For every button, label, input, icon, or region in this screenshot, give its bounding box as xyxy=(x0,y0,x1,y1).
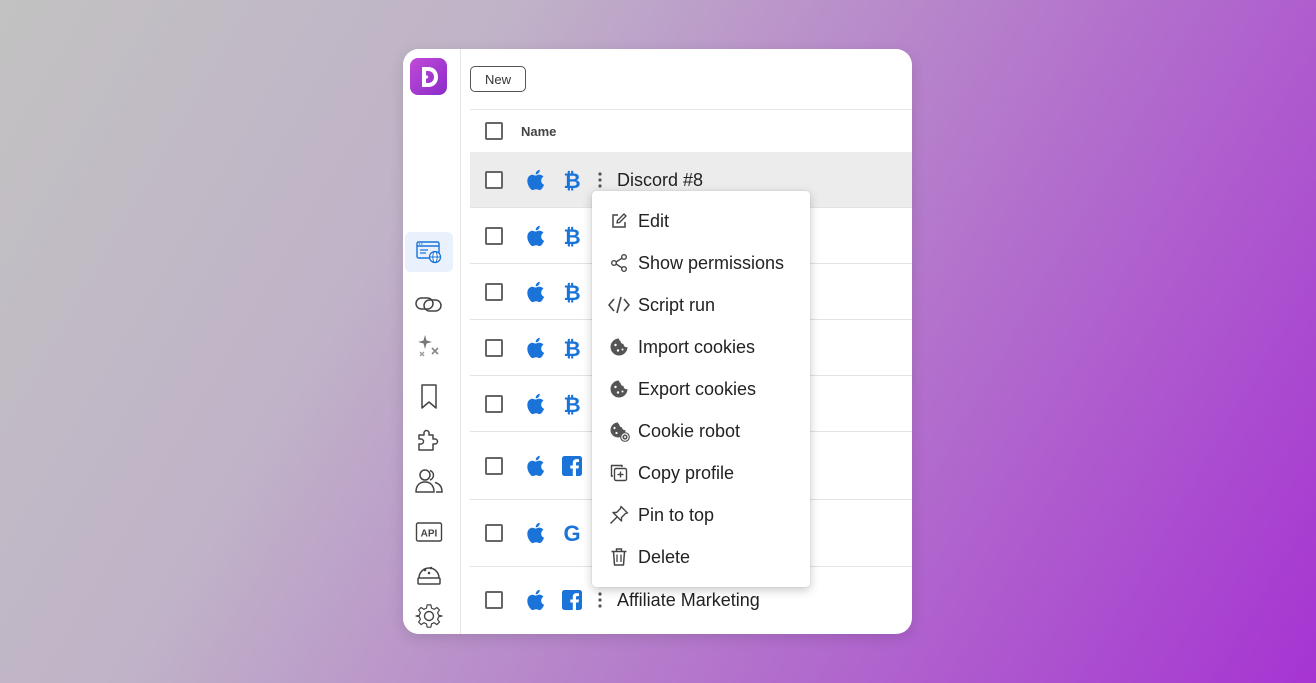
menu-item-label: Export cookies xyxy=(638,379,757,399)
apple-icon xyxy=(527,522,544,544)
menu-item-copy-profile[interactable]: Copy profile xyxy=(592,452,810,494)
row-menu-dots-icon[interactable] xyxy=(596,171,604,189)
cookie-robot-icon xyxy=(417,566,441,585)
table-header: Name xyxy=(470,110,912,153)
row-profile-name: Discord #8 xyxy=(617,169,704,190)
svg-text:₿: ₿ xyxy=(563,169,580,192)
apple-icon xyxy=(527,225,544,246)
settings-gear-icon xyxy=(415,604,443,628)
row-checkbox[interactable] xyxy=(485,456,503,475)
menu-item-export-cookies[interactable]: Export cookies xyxy=(592,368,810,410)
sidebar-item-api[interactable]: API xyxy=(405,512,453,552)
new-profile-button[interactable]: New xyxy=(470,66,526,92)
cookie-gear-icon xyxy=(610,422,630,442)
svg-text:₿: ₿ xyxy=(563,225,580,248)
sidebar-item-profiles[interactable] xyxy=(405,232,453,272)
row-checkbox[interactable] xyxy=(485,282,503,301)
bitcoin-icon: ₿ xyxy=(563,281,580,304)
browser-profiles-icon xyxy=(416,241,442,264)
sidebar-item-team[interactable] xyxy=(405,461,453,501)
menu-item-delete[interactable]: Delete xyxy=(592,536,810,578)
facebook-icon xyxy=(562,590,582,610)
sidebar-item-proxies[interactable] xyxy=(405,284,453,324)
bitcoin-icon: ₿ xyxy=(563,169,580,192)
row-checkbox[interactable] xyxy=(485,524,503,542)
apple-icon xyxy=(527,589,544,611)
menu-item-cookie-robot[interactable]: Cookie robot xyxy=(592,410,810,452)
users-icon xyxy=(415,469,443,493)
profile-context-menu: Edit Show permissions Script run Import … xyxy=(592,191,810,587)
copy-icon xyxy=(610,464,628,482)
app-logo[interactable] xyxy=(410,58,447,95)
apple-icon xyxy=(527,169,544,190)
bitcoin-icon: ₿ xyxy=(563,393,580,416)
menu-item-script-run[interactable]: Script run xyxy=(592,284,810,326)
share-icon xyxy=(611,254,627,272)
sidebar-item-ai[interactable] xyxy=(405,326,453,366)
row-menu-dots-icon[interactable] xyxy=(596,591,604,609)
menu-item-label: Show permissions xyxy=(638,253,785,273)
svg-text:₿: ₿ xyxy=(563,281,580,304)
menu-item-edit[interactable]: Edit xyxy=(592,200,810,242)
svg-text:G: G xyxy=(563,521,580,545)
sidebar-item-extensions[interactable] xyxy=(405,419,453,459)
bitcoin-icon: ₿ xyxy=(563,225,580,248)
logo-d-icon xyxy=(421,66,438,87)
select-all-checkbox[interactable] xyxy=(485,122,503,140)
apple-icon xyxy=(527,281,544,302)
api-icon-label: API xyxy=(421,529,438,540)
menu-item-import-cookies[interactable]: Import cookies xyxy=(592,326,810,368)
row-checkbox[interactable] xyxy=(485,226,503,245)
api-icon: API xyxy=(415,522,443,542)
menu-item-pin-to-top[interactable]: Pin to top xyxy=(592,494,810,536)
bookmark-icon xyxy=(421,384,437,409)
sidebar-item-bookmarks[interactable] xyxy=(405,377,453,417)
row-checkbox[interactable] xyxy=(485,394,503,413)
proxy-link-icon xyxy=(415,297,442,312)
menu-item-label: Edit xyxy=(638,211,670,231)
menu-item-label: Import cookies xyxy=(638,337,756,357)
google-icon: G xyxy=(563,521,580,545)
row-checkbox[interactable] xyxy=(485,591,503,609)
column-header-name[interactable]: Name xyxy=(521,124,556,139)
menu-item-show-permissions[interactable]: Show permissions xyxy=(592,242,810,284)
row-checkbox[interactable] xyxy=(485,170,503,189)
svg-text:₿: ₿ xyxy=(563,337,580,360)
facebook-icon xyxy=(562,455,582,476)
apple-icon xyxy=(527,455,544,476)
row-checkbox[interactable] xyxy=(485,338,503,357)
sidebar-item-cookie-robot[interactable] xyxy=(405,554,453,594)
apple-icon xyxy=(527,393,544,414)
row-profile-name: Affiliate Marketing xyxy=(617,590,760,610)
edit-icon xyxy=(612,213,627,228)
menu-item-label: Copy profile xyxy=(638,463,735,483)
sidebar: API xyxy=(403,49,461,634)
menu-item-label: Pin to top xyxy=(638,505,715,525)
code-icon xyxy=(608,296,630,314)
bitcoin-icon: ₿ xyxy=(563,337,580,360)
sidebar-item-settings[interactable] xyxy=(405,596,453,634)
apple-icon xyxy=(527,337,544,358)
menu-item-label: Script run xyxy=(638,295,716,315)
extensions-puzzle-icon xyxy=(418,429,439,451)
svg-text:₿: ₿ xyxy=(563,393,580,416)
menu-item-label: Cookie robot xyxy=(638,421,741,441)
cookie-icon xyxy=(610,338,628,356)
cookie-icon xyxy=(610,380,628,398)
pin-icon xyxy=(610,505,629,524)
sparkles-icon xyxy=(418,335,439,357)
menu-item-label: Delete xyxy=(638,547,691,567)
trash-icon xyxy=(611,548,627,566)
